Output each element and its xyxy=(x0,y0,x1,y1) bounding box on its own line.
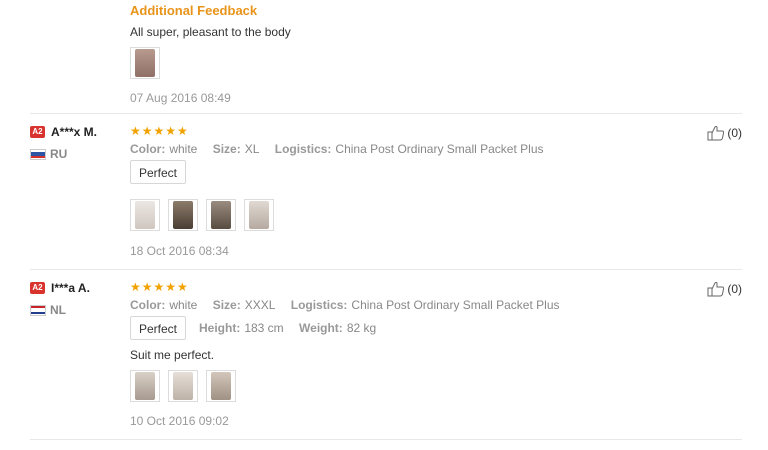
helpful-count: (0) xyxy=(727,282,742,296)
country-code: RU xyxy=(50,147,68,161)
review-photo-thumbnail[interactable] xyxy=(130,370,160,402)
reviewer-info: A2 A***x M. xyxy=(30,125,97,139)
reviewer-country: RU xyxy=(30,147,67,161)
logistics-value: China Post Ordinary Small Packet Plus xyxy=(351,298,560,312)
reviewer-name: I***a A. xyxy=(51,281,90,295)
color-label: Color: xyxy=(130,298,166,312)
review-tag: Perfect xyxy=(130,316,187,340)
buyer-level-badge: A2 xyxy=(30,282,45,294)
helpful-button[interactable]: (0) xyxy=(707,125,742,141)
color-value: white xyxy=(169,142,198,156)
netherlands-flag-icon xyxy=(30,304,46,316)
size-label: Size: xyxy=(212,298,241,312)
review-date: 18 Oct 2016 08:34 xyxy=(130,244,229,258)
helpful-count: (0) xyxy=(727,126,742,140)
size-value: XL xyxy=(244,142,260,156)
size-value: XXXL xyxy=(244,298,276,312)
color-label: Color: xyxy=(130,142,166,156)
logistics-label: Logistics: xyxy=(274,142,332,156)
thumbs-up-icon xyxy=(707,282,725,297)
size-label: Size: xyxy=(212,142,241,156)
height-label: Height: xyxy=(199,321,241,335)
logistics-value: China Post Ordinary Small Packet Plus xyxy=(335,142,544,156)
feedback-photo-thumbnail[interactable] xyxy=(130,47,160,79)
star-rating: ★★★★★ xyxy=(130,124,189,138)
review-divider xyxy=(30,113,742,114)
additional-feedback-text: All super, pleasant to the body xyxy=(130,25,291,39)
russia-flag-icon xyxy=(30,148,46,160)
country-code: NL xyxy=(50,303,66,317)
feedback-date: 07 Aug 2016 08:49 xyxy=(130,91,231,105)
reviewer-country: NL xyxy=(30,303,66,317)
review-photo-thumbnail[interactable] xyxy=(168,199,198,231)
weight-label: Weight: xyxy=(299,321,343,335)
color-value: white xyxy=(169,298,198,312)
reviewer-info: A2 I***a A. xyxy=(30,281,90,295)
body-measurements: Height: 183 cm Weight: 82 kg xyxy=(199,321,388,335)
review-photo-thumbnail[interactable] xyxy=(168,370,198,402)
buyer-level-badge: A2 xyxy=(30,126,45,138)
review-photo-thumbnail[interactable] xyxy=(244,199,274,231)
weight-value: 82 kg xyxy=(346,321,377,335)
star-rating: ★★★★★ xyxy=(130,280,189,294)
review-divider xyxy=(30,439,742,440)
thumbs-up-icon xyxy=(707,126,725,141)
review-comment: Suit me perfect. xyxy=(130,348,215,362)
order-attributes: Color: white Size: XL Logistics: China Post… xyxy=(130,142,556,156)
additional-feedback-title: Additional Feedback xyxy=(130,3,258,18)
review-photo-thumbnail[interactable] xyxy=(206,370,236,402)
review-photo-thumbnail[interactable] xyxy=(206,199,236,231)
review-date: 10 Oct 2016 09:02 xyxy=(130,414,229,428)
logistics-label: Logistics: xyxy=(290,298,348,312)
reviewer-name: A***x M. xyxy=(51,125,98,139)
helpful-button[interactable]: (0) xyxy=(707,281,742,297)
review-tag: Perfect xyxy=(130,160,187,184)
height-value: 183 cm xyxy=(244,321,284,335)
review-divider xyxy=(30,269,742,270)
review-photo-thumbnail[interactable] xyxy=(130,199,160,231)
order-attributes: Color: white Size: XXXL Logistics: China Po… xyxy=(130,298,572,312)
